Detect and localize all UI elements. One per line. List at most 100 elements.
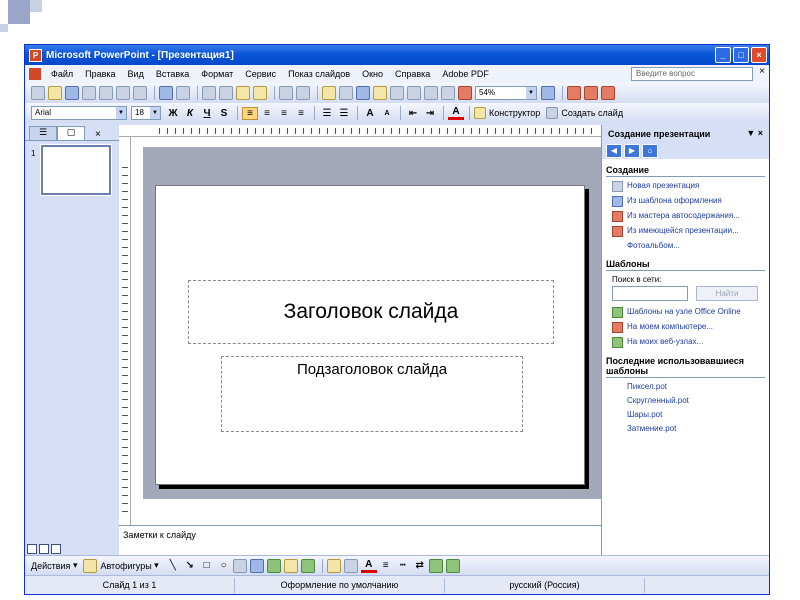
shadow-button[interactable]: S xyxy=(216,108,232,119)
menu-help[interactable]: Справка xyxy=(389,69,436,79)
line-style-icon[interactable]: ≡ xyxy=(378,560,394,571)
diagram-icon[interactable] xyxy=(266,558,281,573)
adobe-pdf-icon[interactable] xyxy=(567,86,581,100)
menu-format[interactable]: Формат xyxy=(195,69,239,79)
rectangle-icon[interactable]: □ xyxy=(199,560,215,571)
print-preview-icon[interactable] xyxy=(133,86,147,100)
show-formatting-icon[interactable] xyxy=(424,86,438,100)
home-icon[interactable]: ⌂ xyxy=(642,144,658,158)
link-recent-template[interactable]: Затмение.pot xyxy=(602,422,769,436)
fill-color-icon[interactable] xyxy=(326,558,341,573)
align-center-button[interactable]: ≡ xyxy=(259,108,275,119)
link-recent-template[interactable]: Скругленный.pot xyxy=(602,394,769,408)
grid-icon[interactable] xyxy=(441,86,455,100)
chevron-down-icon[interactable]: ▼ xyxy=(150,107,160,119)
wordart-icon[interactable] xyxy=(249,558,264,573)
link-from-existing[interactable]: Из имеющейся презентации... xyxy=(602,224,769,239)
title-bar[interactable]: P Microsoft PowerPoint - [Презентация1] … xyxy=(25,45,769,65)
title-placeholder[interactable]: Заголовок слайда xyxy=(188,280,554,344)
print-icon[interactable] xyxy=(116,86,130,100)
menu-tools[interactable]: Сервис xyxy=(239,69,282,79)
help-question-input[interactable]: Введите вопрос xyxy=(631,67,753,81)
picture-icon[interactable] xyxy=(300,558,315,573)
autoshapes-menu[interactable]: Автофигуры ▾ xyxy=(100,560,158,571)
paste-icon[interactable] xyxy=(236,86,250,100)
font-size-select[interactable]: 18 ▼ xyxy=(131,106,161,120)
document-close-icon[interactable]: × xyxy=(759,66,765,77)
cut-icon[interactable] xyxy=(202,86,216,100)
line-icon[interactable]: ╲ xyxy=(165,560,181,571)
shadow-style-icon[interactable] xyxy=(428,558,443,573)
increase-font-button[interactable]: A xyxy=(362,108,378,119)
menu-slideshow[interactable]: Показ слайдов xyxy=(282,69,356,79)
menu-adobe-pdf[interactable]: Adobe PDF xyxy=(436,69,495,79)
expand-all-icon[interactable] xyxy=(407,86,421,100)
format-painter-icon[interactable] xyxy=(253,86,267,100)
close-pane-icon[interactable]: × xyxy=(95,129,101,140)
actions-menu[interactable]: Действия ▾ xyxy=(31,560,77,571)
oval-icon[interactable]: ○ xyxy=(216,560,232,571)
template-search-input[interactable] xyxy=(612,286,688,301)
underline-button[interactable]: Ч xyxy=(199,108,215,119)
align-right-button[interactable]: ≡ xyxy=(276,108,292,119)
task-pane-controls[interactable]: ▼ × xyxy=(746,128,763,138)
subtitle-placeholder[interactable]: Подзаголовок слайда xyxy=(221,356,523,432)
zoom-select[interactable]: 54% ▼ xyxy=(475,86,537,100)
designer-button[interactable]: Конструктор xyxy=(474,107,540,119)
insert-diagram-icon[interactable] xyxy=(373,86,387,100)
textbox-icon[interactable] xyxy=(232,558,247,573)
notes-pane[interactable]: Заметки к слайду xyxy=(119,525,601,555)
menu-view[interactable]: Вид xyxy=(122,69,150,79)
link-from-design-template[interactable]: Из шаблона оформления xyxy=(602,194,769,209)
save-icon[interactable] xyxy=(65,86,79,100)
align-left-button[interactable]: ≡ xyxy=(242,106,258,120)
link-on-my-computer[interactable]: На моем компьютере... xyxy=(602,320,769,335)
open-folder-icon[interactable] xyxy=(48,86,62,100)
justify-button[interactable]: ≡ xyxy=(293,108,309,119)
3d-style-icon[interactable] xyxy=(445,558,460,573)
minimize-button[interactable]: _ xyxy=(715,47,731,63)
menu-insert[interactable]: Вставка xyxy=(150,69,195,79)
bullets-button[interactable]: ☰ xyxy=(336,108,352,119)
chevron-down-icon[interactable]: ▼ xyxy=(526,87,536,99)
color-grayscale-icon[interactable] xyxy=(458,86,472,100)
tables-borders-icon[interactable] xyxy=(356,86,370,100)
maximize-button[interactable]: □ xyxy=(733,47,749,63)
slide-thumbnail[interactable] xyxy=(40,144,112,196)
select-objects-icon[interactable] xyxy=(83,558,98,573)
back-icon[interactable]: ◀ xyxy=(606,144,622,158)
clipart-icon[interactable] xyxy=(283,558,298,573)
line-color-icon[interactable] xyxy=(343,558,358,573)
help-icon[interactable] xyxy=(541,86,555,100)
hyperlink-icon[interactable] xyxy=(390,86,404,100)
link-autocontent-wizard[interactable]: Из мастера автосодержания... xyxy=(602,209,769,224)
link-recent-template[interactable]: Шары.pot xyxy=(602,408,769,422)
email-icon[interactable] xyxy=(99,86,113,100)
italic-button[interactable]: К xyxy=(182,108,198,119)
font-color-button[interactable]: A xyxy=(448,106,464,120)
slide-show-icon[interactable] xyxy=(51,544,61,554)
bold-button[interactable]: Ж xyxy=(165,108,181,119)
menu-edit[interactable]: Правка xyxy=(79,69,121,79)
slide[interactable]: Заголовок слайда Подзаголовок слайда xyxy=(155,185,585,485)
arrow-style-icon[interactable]: ⇄ xyxy=(412,560,428,571)
new-slide-button[interactable]: Создать слайд xyxy=(546,107,623,119)
menu-file[interactable]: Файл xyxy=(45,69,79,79)
close-button[interactable]: × xyxy=(751,47,767,63)
link-new-presentation[interactable]: Новая презентация xyxy=(602,179,769,194)
redo-icon[interactable] xyxy=(296,86,310,100)
spelling-icon[interactable] xyxy=(159,86,173,100)
slide-sorter-icon[interactable] xyxy=(39,544,49,554)
decrease-font-button[interactable]: A xyxy=(379,110,395,117)
numbering-button[interactable]: ☰ xyxy=(319,108,335,119)
copy-icon[interactable] xyxy=(219,86,233,100)
tab-outline[interactable]: ☰ xyxy=(29,126,57,140)
link-photo-album[interactable]: Фотоальбом... xyxy=(602,239,769,253)
document-icon[interactable] xyxy=(29,68,41,80)
search-button[interactable]: Найти xyxy=(696,286,758,301)
increase-indent-button[interactable]: ⇥ xyxy=(422,108,438,119)
adobe-pdf-review-icon[interactable] xyxy=(601,86,615,100)
permission-icon[interactable] xyxy=(82,86,96,100)
undo-icon[interactable] xyxy=(279,86,293,100)
link-office-online-templates[interactable]: Шаблоны на узле Office Online xyxy=(602,305,769,320)
